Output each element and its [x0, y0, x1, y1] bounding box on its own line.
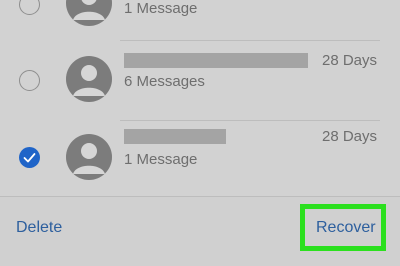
- message-count: 1 Message: [124, 151, 198, 168]
- select-radio[interactable]: [19, 70, 40, 91]
- recover-button[interactable]: Recover: [316, 219, 376, 237]
- checkmark-icon: [23, 153, 36, 163]
- deleted-messages-screen: 1 Message 28 Days 6 Messages 28 Days 1 M…: [0, 0, 400, 266]
- contact-avatar-icon: [66, 56, 112, 102]
- message-row[interactable]: 1 Message: [0, 0, 400, 40]
- message-age: 28 Days: [322, 128, 378, 145]
- message-count: 1 Message: [124, 0, 198, 17]
- contact-avatar-icon: [66, 0, 112, 26]
- message-count: 6 Messages: [124, 73, 205, 90]
- message-row[interactable]: 28 Days 1 Message: [0, 120, 400, 196]
- delete-button[interactable]: Delete: [16, 219, 62, 237]
- contact-name-redacted: [124, 129, 226, 144]
- select-radio-checked[interactable]: [19, 147, 40, 168]
- message-age: 28 Days: [322, 52, 378, 69]
- message-row[interactable]: 28 Days 6 Messages: [0, 40, 400, 120]
- contact-name-redacted: [124, 53, 308, 68]
- select-radio[interactable]: [19, 0, 40, 15]
- contact-avatar-icon: [66, 134, 112, 180]
